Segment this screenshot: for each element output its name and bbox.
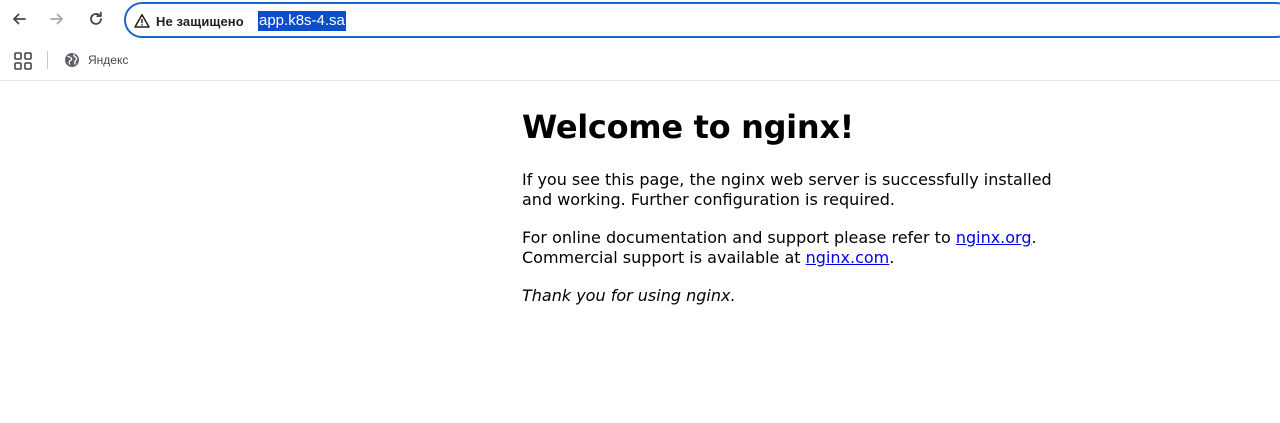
security-label: Не защищено [156, 13, 244, 29]
browser-toolbar: Не защищено app.k8s-4.sa [0, 0, 1280, 40]
bookmarks-divider [47, 51, 48, 69]
back-button[interactable] [5, 5, 33, 33]
commercial-text: Commercial support is available at [522, 248, 806, 267]
url-text[interactable]: app.k8s-4.sa [258, 11, 346, 31]
arrow-right-icon [50, 13, 63, 25]
nginx-welcome: Welcome to nginx! If you see this page, … [522, 102, 1082, 306]
docs-paragraph: For online documentation and support ple… [522, 228, 1082, 268]
nginx-com-link[interactable]: nginx.com [806, 248, 890, 267]
commercial-text-end: . [889, 248, 895, 267]
intro-paragraph: If you see this page, the nginx web serv… [522, 170, 1052, 209]
bookmarks-bar: Яндекс [0, 40, 1280, 81]
reload-button[interactable] [82, 5, 110, 33]
page-heading: Welcome to nginx! [522, 108, 854, 146]
docs-text: For online documentation and support ple… [522, 228, 956, 247]
address-bar[interactable]: Не защищено app.k8s-4.sa [124, 2, 1280, 38]
apps-grid-icon[interactable] [14, 52, 32, 70]
nginx-org-link[interactable]: nginx.org [956, 228, 1032, 247]
forward-button[interactable] [43, 5, 71, 33]
globe-icon [65, 53, 79, 67]
warning-triangle-icon [134, 14, 150, 28]
thanks-paragraph: Thank you for using nginx. [522, 286, 736, 305]
arrow-left-icon [13, 13, 26, 25]
reload-icon [90, 11, 102, 25]
security-chip[interactable]: Не защищено [134, 10, 244, 32]
page-content: Welcome to nginx! If you see this page, … [0, 82, 1280, 423]
bookmark-yandex[interactable]: Яндекс [62, 50, 128, 70]
bookmark-label: Яндекс [88, 53, 129, 67]
docs-text-mid: . [1031, 228, 1037, 247]
